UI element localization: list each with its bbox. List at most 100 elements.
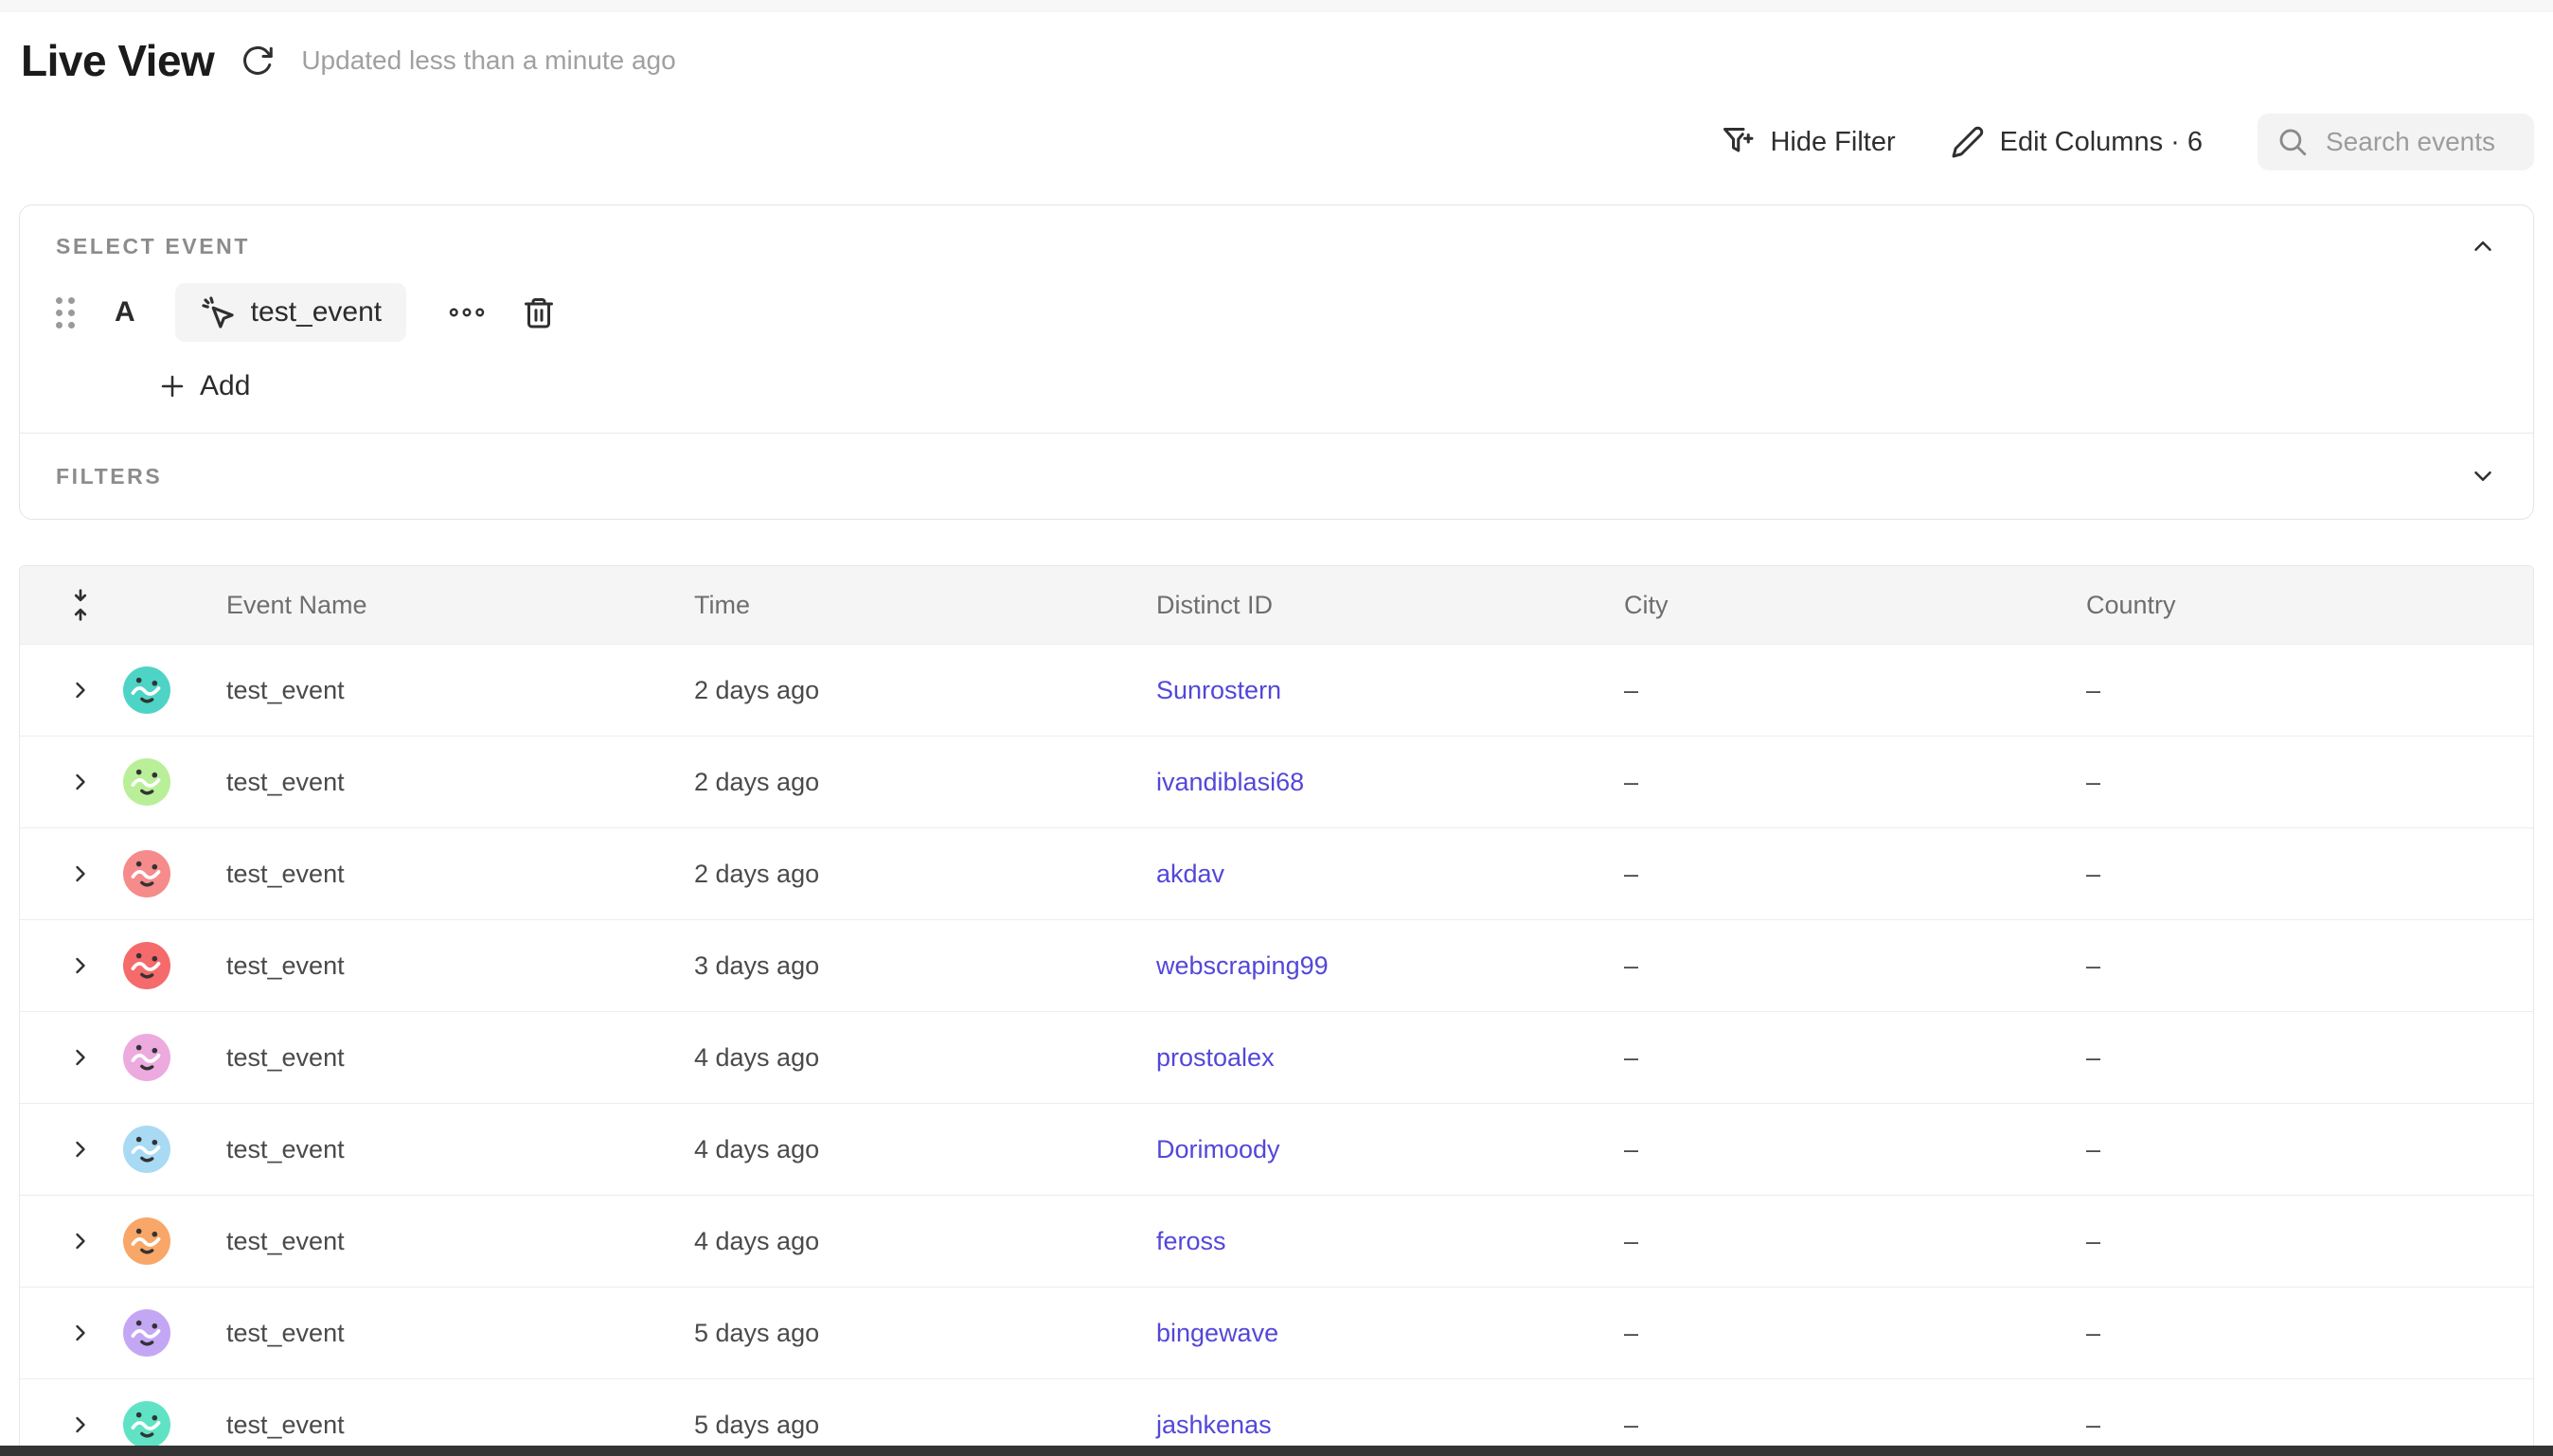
delete-event-button[interactable] xyxy=(522,295,556,329)
hide-filter-button[interactable]: Hide Filter xyxy=(1721,125,1895,159)
table-row[interactable]: test_event 3 days ago webscraping99 – – xyxy=(20,919,2533,1011)
table-row[interactable]: test_event 4 days ago Dorimoody – – xyxy=(20,1103,2533,1195)
edit-columns-label: Edit Columns · 6 xyxy=(2000,127,2203,158)
event-name-cell: test_event xyxy=(198,1411,666,1440)
event-name-cell: test_event xyxy=(198,1227,666,1256)
country-cell: – xyxy=(2058,1135,2533,1164)
chevron-down-icon xyxy=(2469,462,2497,490)
expand-filters-button[interactable] xyxy=(2469,462,2497,490)
table-row[interactable]: test_event 2 days ago Sunrostern – – xyxy=(20,644,2533,736)
drag-handle-icon[interactable] xyxy=(56,297,75,328)
distinct-id-link[interactable]: akdav xyxy=(1156,860,1224,888)
row-expand-icon xyxy=(67,1044,94,1071)
event-name-cell: test_event xyxy=(198,951,666,981)
row-expand-icon xyxy=(67,1320,94,1346)
table-row[interactable]: test_event 5 days ago jashkenas – – xyxy=(20,1378,2533,1456)
collapse-rows-icon xyxy=(65,587,96,623)
row-expand-button[interactable] xyxy=(67,1136,94,1163)
country-cell: – xyxy=(2058,951,2533,981)
time-cell: 5 days ago xyxy=(666,1411,1128,1440)
row-expand-icon xyxy=(67,861,94,887)
search-box[interactable] xyxy=(2258,114,2534,170)
distinct-id-link[interactable]: Dorimoody xyxy=(1156,1135,1280,1163)
column-header-time[interactable]: Time xyxy=(666,591,1128,620)
refresh-button[interactable] xyxy=(239,42,277,80)
distinct-id-link[interactable]: Sunrostern xyxy=(1156,676,1281,704)
event-options-button[interactable] xyxy=(446,298,488,327)
row-expand-icon xyxy=(67,1228,94,1254)
row-expand-button[interactable] xyxy=(67,1412,94,1438)
event-row: A test_event xyxy=(56,283,2497,342)
row-expand-icon xyxy=(67,1412,94,1438)
event-pill-label: test_event xyxy=(251,296,382,328)
row-expand-button[interactable] xyxy=(67,952,94,979)
table-row[interactable]: test_event 4 days ago prostoalex – – xyxy=(20,1011,2533,1103)
city-cell: – xyxy=(1596,676,2058,705)
table-row[interactable]: test_event 2 days ago akdav – – xyxy=(20,827,2533,919)
query-builder-card: SELECT EVENT A xyxy=(19,204,2534,520)
table-row[interactable]: test_event 2 days ago ivandiblasi68 – – xyxy=(20,736,2533,827)
select-event-section: SELECT EVENT A xyxy=(20,205,2533,433)
distinct-id-link[interactable]: feross xyxy=(1156,1227,1226,1255)
filters-label: FILTERS xyxy=(56,464,162,489)
country-cell: – xyxy=(2058,1411,2533,1440)
row-expand-button[interactable] xyxy=(67,861,94,887)
column-header-distinct-id[interactable]: Distinct ID xyxy=(1128,591,1596,620)
city-cell: – xyxy=(1596,951,2058,981)
time-cell: 2 days ago xyxy=(666,676,1128,705)
event-selector-button[interactable]: test_event xyxy=(175,283,406,342)
edit-columns-button[interactable]: Edit Columns · 6 xyxy=(1951,125,2203,159)
row-expand-button[interactable] xyxy=(67,1044,94,1071)
search-input[interactable] xyxy=(2326,127,2515,157)
filters-section: FILTERS xyxy=(20,433,2533,519)
event-name-cell: test_event xyxy=(198,860,666,889)
collapse-all-rows-button[interactable] xyxy=(65,587,96,623)
row-expand-button[interactable] xyxy=(67,769,94,795)
cursor-click-icon xyxy=(200,294,236,330)
column-header-city[interactable]: City xyxy=(1596,591,2058,620)
time-cell: 5 days ago xyxy=(666,1319,1128,1348)
avatar xyxy=(123,1034,170,1081)
country-cell: – xyxy=(2058,1043,2533,1073)
row-expand-button[interactable] xyxy=(67,1228,94,1254)
distinct-id-link[interactable]: bingewave xyxy=(1156,1319,1278,1347)
add-event-button[interactable]: Add xyxy=(158,370,250,402)
collapse-section-button[interactable] xyxy=(2469,232,2497,260)
page-header: Live View Updated less than a minute ago xyxy=(19,12,2534,86)
column-header-country[interactable]: Country xyxy=(2058,591,2533,620)
trash-icon xyxy=(522,295,556,329)
avatar xyxy=(123,758,170,806)
event-name-cell: test_event xyxy=(198,676,666,705)
table-row[interactable]: test_event 4 days ago feross – – xyxy=(20,1195,2533,1287)
row-expand-button[interactable] xyxy=(67,1320,94,1346)
row-expand-icon xyxy=(67,677,94,703)
table-row[interactable]: test_event 5 days ago bingewave – – xyxy=(20,1287,2533,1378)
city-cell: – xyxy=(1596,1319,2058,1348)
time-cell: 2 days ago xyxy=(666,860,1128,889)
add-event-label: Add xyxy=(200,370,250,402)
event-name-cell: test_event xyxy=(198,1319,666,1348)
event-position-label: A xyxy=(115,296,135,328)
row-expand-button[interactable] xyxy=(67,677,94,703)
distinct-id-link[interactable]: jashkenas xyxy=(1156,1411,1272,1439)
city-cell: – xyxy=(1596,1043,2058,1073)
avatar xyxy=(123,850,170,897)
event-name-cell: test_event xyxy=(198,1135,666,1164)
time-cell: 2 days ago xyxy=(666,768,1128,797)
distinct-id-link[interactable]: prostoalex xyxy=(1156,1043,1275,1072)
hide-filter-label: Hide Filter xyxy=(1770,127,1895,158)
event-name-cell: test_event xyxy=(198,1043,666,1073)
city-cell: – xyxy=(1596,1227,2058,1256)
distinct-id-link[interactable]: webscraping99 xyxy=(1156,951,1329,980)
row-expand-icon xyxy=(67,769,94,795)
select-event-label: SELECT EVENT xyxy=(56,234,250,259)
avatar xyxy=(123,942,170,989)
country-cell: – xyxy=(2058,1227,2533,1256)
time-cell: 4 days ago xyxy=(666,1227,1128,1256)
chevron-up-icon xyxy=(2469,232,2497,260)
distinct-id-link[interactable]: ivandiblasi68 xyxy=(1156,768,1304,796)
window-top-edge xyxy=(0,0,2553,12)
column-header-event-name[interactable]: Event Name xyxy=(198,591,666,620)
avatar xyxy=(123,1309,170,1357)
row-expand-icon xyxy=(67,952,94,979)
